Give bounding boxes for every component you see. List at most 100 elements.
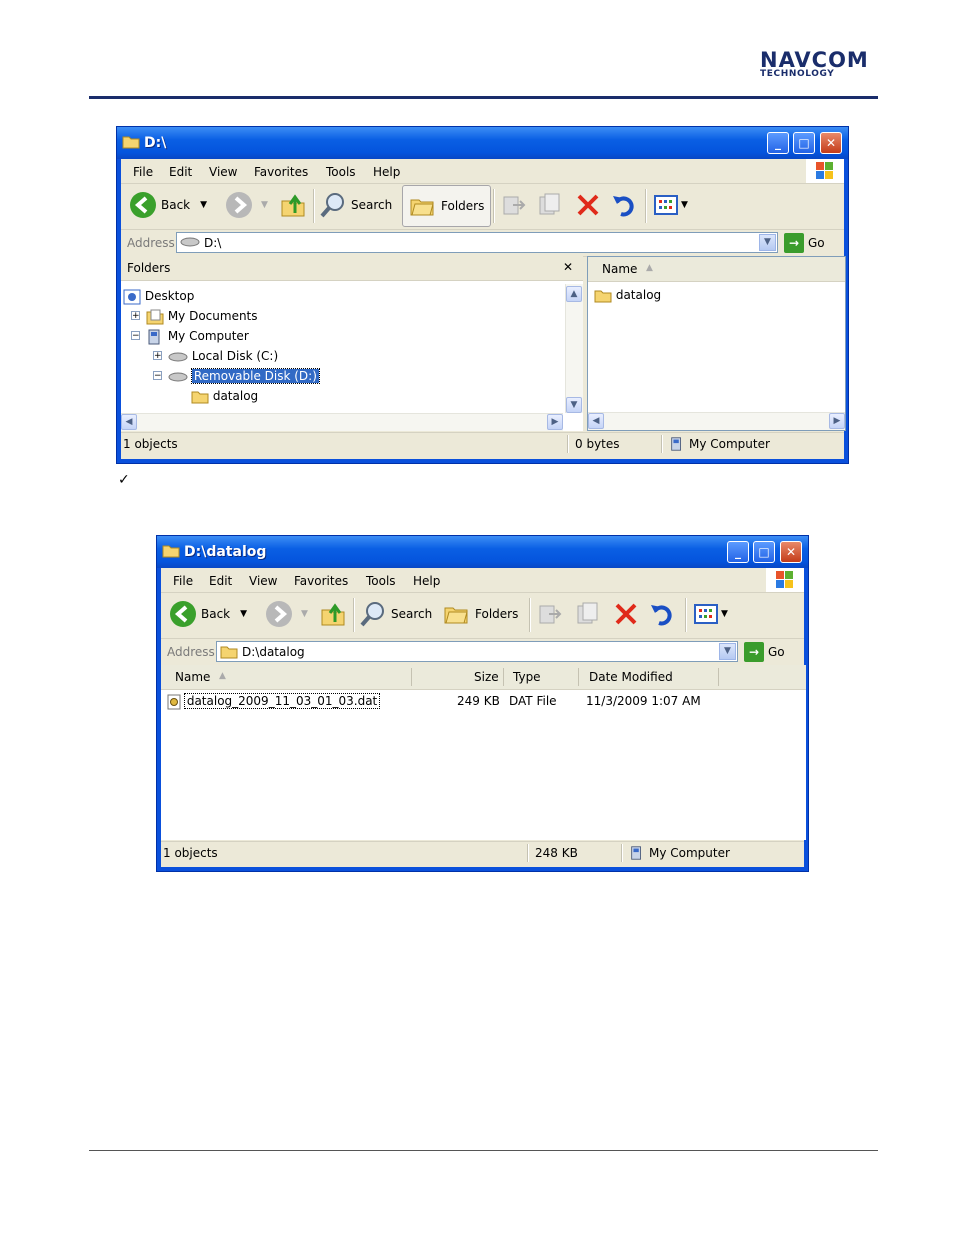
back-dropdown-icon[interactable]: ▼ — [240, 609, 247, 619]
forward-dropdown-icon[interactable]: ▼ — [261, 200, 268, 210]
folder-icon — [220, 646, 238, 659]
menu-favorites[interactable]: Favorites — [254, 165, 308, 179]
forward-dropdown-icon[interactable]: ▼ — [301, 609, 308, 619]
back-button[interactable]: Back ▼ — [129, 183, 207, 227]
go-button[interactable]: → Go — [744, 642, 785, 662]
toolbar-separator — [685, 598, 687, 632]
folders-vertical-scrollbar[interactable]: ▲ ▼ — [565, 284, 583, 413]
column-divider[interactable] — [718, 668, 719, 686]
back-label: Back — [201, 607, 231, 621]
list-header: Name ▲ — [588, 257, 845, 282]
status-object-count: 1 objects — [163, 846, 218, 860]
address-dropdown-icon[interactable]: ▼ — [719, 643, 736, 660]
back-dropdown-icon[interactable]: ▼ — [200, 200, 207, 210]
views-button[interactable]: ▼ — [693, 592, 728, 636]
title-bar[interactable]: D:\ _ □ ✕ — [117, 127, 848, 159]
minimize-button[interactable]: _ — [767, 132, 789, 154]
scroll-left-icon[interactable]: ◀ — [588, 413, 604, 429]
column-type[interactable]: Type — [513, 670, 541, 684]
tree-item-datalog[interactable]: datalog — [191, 386, 258, 406]
column-date-modified[interactable]: Date Modified — [589, 670, 673, 684]
expand-icon[interactable]: + — [131, 311, 140, 321]
maximize-button[interactable]: □ — [793, 132, 815, 154]
folders-icon — [444, 607, 468, 624]
forward-button[interactable]: ▼ — [265, 592, 308, 636]
tree-item-my-computer[interactable]: My Computer — [146, 326, 249, 346]
menu-edit[interactable]: Edit — [169, 165, 192, 179]
address-dropdown-icon[interactable]: ▼ — [759, 234, 776, 251]
search-button[interactable]: Search — [319, 183, 392, 227]
tree-item-my-documents[interactable]: My Documents — [146, 306, 258, 326]
folders-button[interactable]: Folders — [443, 592, 518, 636]
minimize-button[interactable]: _ — [727, 541, 749, 563]
menu-favorites[interactable]: Favorites — [294, 574, 348, 588]
computer-icon — [671, 437, 681, 451]
collapse-icon[interactable]: − — [153, 371, 162, 381]
back-button[interactable]: Back ▼ — [169, 592, 247, 636]
scroll-right-icon[interactable]: ▶ — [547, 414, 563, 430]
tree-item-desktop[interactable]: Desktop — [123, 286, 194, 306]
up-folder-icon — [321, 603, 345, 626]
close-button[interactable]: ✕ — [820, 132, 842, 154]
tree-item-local-disk-c[interactable]: Local Disk (C:) — [168, 346, 278, 366]
table-row[interactable]: datalog_2009_11_03_01_03.dat 249 KB DAT … — [161, 691, 806, 711]
copy-to-button[interactable] — [537, 183, 563, 227]
delete-button[interactable] — [575, 183, 601, 227]
tree-item-label: datalog — [212, 389, 259, 403]
address-input[interactable]: D:\ ▼ — [176, 232, 778, 253]
file-list-pane: Name ▲ Size Type Date Modified datalog_2… — [161, 665, 806, 840]
scroll-down-icon[interactable]: ▼ — [566, 397, 582, 413]
column-name[interactable]: Name — [602, 262, 637, 276]
go-button[interactable]: → Go — [784, 233, 825, 253]
title-bar[interactable]: D:\datalog _ □ ✕ — [157, 536, 808, 568]
menu-view[interactable]: View — [249, 574, 277, 588]
file-list-pane: Name ▲ datalog ◀ ▶ — [587, 256, 846, 431]
address-input[interactable]: D:\datalog ▼ — [216, 641, 738, 662]
column-divider[interactable] — [578, 668, 579, 686]
forward-arrow-icon — [266, 601, 292, 627]
collapse-icon[interactable]: − — [131, 331, 140, 341]
copy-to-button[interactable] — [575, 592, 601, 636]
list-horizontal-scrollbar[interactable]: ◀ ▶ — [588, 412, 845, 430]
menu-file[interactable]: File — [173, 574, 193, 588]
menu-view[interactable]: View — [209, 165, 237, 179]
delete-button[interactable] — [613, 592, 639, 636]
views-button[interactable]: ▼ — [653, 183, 688, 227]
scroll-left-icon[interactable]: ◀ — [121, 414, 137, 430]
menu-file[interactable]: File — [133, 165, 153, 179]
close-button[interactable]: ✕ — [780, 541, 802, 563]
menu-tools[interactable]: Tools — [366, 574, 396, 588]
move-to-button[interactable] — [501, 183, 527, 227]
menu-tools[interactable]: Tools — [326, 165, 356, 179]
search-label: Search — [391, 607, 433, 621]
menu-help[interactable]: Help — [413, 574, 440, 588]
status-location: My Computer — [649, 846, 730, 860]
folder-icon — [122, 136, 140, 149]
folders-pane-close-icon[interactable]: ✕ — [563, 260, 573, 274]
folders-horizontal-scrollbar[interactable]: ◀ ▶ — [121, 413, 563, 431]
menu-edit[interactable]: Edit — [209, 574, 232, 588]
up-folder-button[interactable] — [279, 183, 307, 227]
menu-help[interactable]: Help — [373, 165, 400, 179]
list-header: Name ▲ Size Type Date Modified — [161, 665, 806, 690]
views-dropdown-icon: ▼ — [681, 200, 688, 210]
column-divider[interactable] — [503, 668, 504, 686]
undo-button[interactable] — [649, 592, 675, 636]
tree-item-removable-disk-d[interactable]: Removable Disk (D:) — [168, 366, 320, 386]
column-name[interactable]: Name — [175, 670, 210, 684]
forward-button[interactable]: ▼ — [225, 183, 268, 227]
column-size[interactable]: Size — [474, 670, 499, 684]
column-divider[interactable] — [411, 668, 412, 686]
list-item[interactable]: datalog — [594, 285, 661, 305]
search-button[interactable]: Search — [359, 592, 432, 636]
up-folder-button[interactable] — [319, 592, 347, 636]
folders-button[interactable]: Folders — [402, 185, 492, 227]
move-to-button[interactable] — [537, 592, 563, 636]
folders-pane-title: Folders — [127, 261, 171, 275]
scroll-up-icon[interactable]: ▲ — [566, 286, 582, 302]
check-mark: ✓ — [118, 472, 130, 488]
maximize-button[interactable]: □ — [753, 541, 775, 563]
expand-icon[interactable]: + — [153, 351, 162, 361]
undo-button[interactable] — [611, 183, 637, 227]
scroll-right-icon[interactable]: ▶ — [829, 413, 845, 429]
